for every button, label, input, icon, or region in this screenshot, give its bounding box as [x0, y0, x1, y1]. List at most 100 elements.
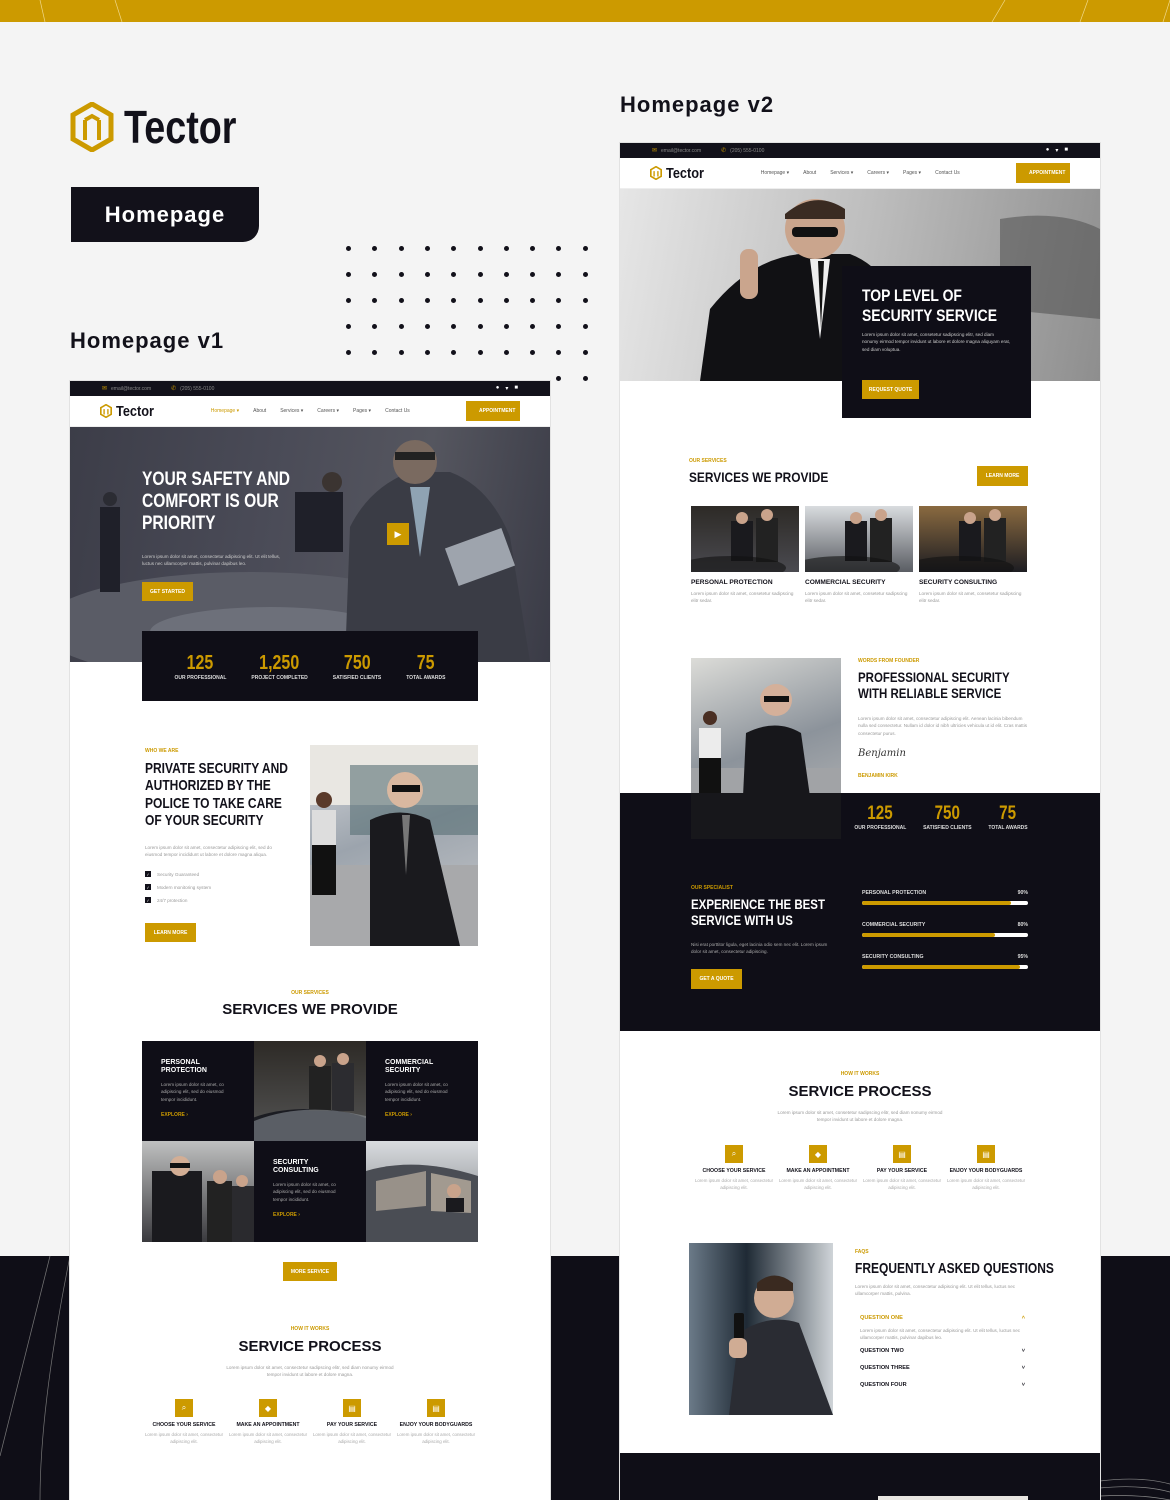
card-icon: ▤: [427, 1399, 445, 1417]
chevron-down-icon[interactable]: ˅: [1022, 1365, 1025, 1371]
stat-item: 75 TOTAL AWARDS: [406, 652, 445, 681]
faq-item[interactable]: QUESTION THREE ˅: [860, 1365, 1025, 1371]
nav-item-pages[interactable]: Pages ▾: [353, 408, 371, 414]
phone-info[interactable]: ✆ (205) 555-0100: [171, 385, 214, 392]
dot: [556, 298, 562, 303]
skill-label: PERSONAL PROTECTION: [862, 890, 927, 896]
faq-question: QUESTION THREE: [860, 1364, 910, 1371]
explore-link[interactable]: EXPLORE ›: [385, 1112, 459, 1118]
service-card-commercial-security[interactable]: COMMERCIAL SECURITY Lorem ipsum dolor si…: [366, 1041, 478, 1141]
learn-more-button[interactable]: LEARN MORE: [977, 466, 1028, 486]
faq-item[interactable]: QUESTION ONE ˄ Lorem ipsum dolor sit amet,…: [860, 1315, 1025, 1342]
nav-item-careers[interactable]: Careers ▾: [317, 408, 339, 414]
nav-item-homepage[interactable]: Homepage ▾: [211, 408, 239, 414]
nav-item-pages[interactable]: Pages ▾: [903, 170, 921, 176]
twitter-icon[interactable]: ▾: [1055, 147, 1058, 154]
nav-item-about[interactable]: About: [253, 408, 266, 414]
footer-section: [620, 1453, 1100, 1500]
get-a-quote-button[interactable]: GET A QUOTE: [691, 969, 742, 989]
get-started-button[interactable]: GET STARTED: [142, 582, 193, 601]
dot: [530, 324, 536, 329]
service-image: [790, 509, 900, 580]
step-text: Lorem ipsum dolor sit amet, consectetur …: [144, 1432, 224, 1445]
service-image: [676, 509, 786, 580]
footer-input[interactable]: [878, 1496, 1028, 1500]
service-card-security-consulting[interactable]: SECURITY CONSULTING Lorem ipsum dolor si…: [254, 1141, 366, 1242]
play-video-button[interactable]: ▶: [387, 523, 409, 545]
process-steps: ⌕ CHOOSE YOUR SERVICE Lorem ipsum dolor si…: [70, 1399, 550, 1445]
main-navigation: Tector Homepage ▾ About Services ▾ Careers …: [70, 396, 550, 427]
chevron-down-icon: ▾: [335, 408, 339, 414]
explore-link[interactable]: EXPLORE ›: [161, 1112, 235, 1118]
service-title: COMMERCIAL SECURITY: [805, 579, 886, 586]
founder-text: Lorem ipsum dolor sit amet, consectetur …: [858, 716, 1028, 736]
nav-item-about[interactable]: About: [803, 170, 816, 176]
stat-item: 750 SATISFIED CLIENTS: [923, 803, 972, 843]
phone-icon: ✆: [721, 148, 727, 154]
chevron-down-icon[interactable]: ˅: [1022, 1348, 1025, 1354]
chevron-up-icon[interactable]: ˄: [1022, 1315, 1025, 1321]
request-quote-button[interactable]: REQUEST QUOTE: [862, 380, 919, 399]
youtube-icon[interactable]: ■: [514, 385, 518, 392]
process-steps: ⌕ CHOOSE YOUR SERVICE Lorem ipsum dolor si…: [620, 1145, 1100, 1191]
step-title: ENJOY YOUR BODYGUARDS: [399, 1422, 473, 1428]
appointment-button[interactable]: APPOINTMENT: [466, 401, 520, 421]
service-card[interactable]: SECURITY CONSULTING Lorem ipsum dolor sit…: [904, 506, 1027, 616]
card-icon: ▤: [343, 1399, 361, 1417]
dot: [451, 324, 457, 329]
about-text: Lorem ipsum dolor sit amet, consectetur …: [145, 845, 272, 858]
nav-item-services[interactable]: Services ▾: [830, 170, 853, 176]
nav-item-homepage[interactable]: Homepage ▾: [761, 170, 789, 176]
skill-progress-fill: [862, 933, 995, 937]
about-kicker: WHO WE ARE: [145, 748, 179, 754]
faq-accordion: QUESTION ONE ˄ Lorem ipsum dolor sit amet,…: [860, 1315, 1025, 1399]
faq-item[interactable]: QUESTION FOUR ˅: [860, 1382, 1025, 1388]
founder-name: BENJAMIN KIRK: [858, 773, 898, 779]
service-photo: [366, 1141, 478, 1242]
email-info[interactable]: ✉ email@tector.com: [652, 147, 701, 154]
dot: [582, 272, 588, 277]
twitter-icon[interactable]: ▾: [505, 385, 508, 392]
skill-progress-bar: [862, 901, 1028, 905]
dot: [398, 298, 404, 303]
phone-info[interactable]: ✆ (205) 555-0100: [721, 147, 764, 154]
specialist-kicker: OUR SPECIALIST: [691, 885, 733, 891]
process-step: ⌕ CHOOSE YOUR SERVICE Lorem ipsum dolor si…: [692, 1145, 776, 1191]
nav-logo[interactable]: Tector: [650, 165, 711, 182]
founder-signature: Benjamin: [858, 748, 906, 759]
service-card-personal-protection[interactable]: PERSONAL PROTECTION Lorem ipsum dolor si…: [142, 1041, 254, 1141]
facebook-icon[interactable]: ●: [1046, 147, 1050, 154]
faq-item[interactable]: QUESTION TWO ˅: [860, 1348, 1025, 1354]
step-title: PAY YOUR SERVICE: [876, 1168, 928, 1174]
dot: [346, 298, 351, 303]
process-kicker: HOW IT WORKS: [840, 1071, 880, 1077]
top-info-bar: ✉ email@tector.com ✆ (205) 555-0100 ● ▾ ■: [620, 143, 1100, 158]
bodyguard-photo: [310, 745, 478, 946]
step-title: CHOOSE YOUR SERVICE: [152, 1422, 216, 1428]
nav-item-careers[interactable]: Careers ▾: [867, 170, 889, 176]
process-step: ◆ MAKE AN APPOINTMENT Lorem ipsum dolor si…: [776, 1145, 860, 1191]
nav-logo[interactable]: Tector: [100, 403, 161, 420]
service-card[interactable]: PERSONAL PROTECTION Lorem ipsum dolor sit…: [676, 506, 799, 616]
handshake-icon: ◆: [809, 1145, 827, 1163]
dot: [582, 376, 588, 381]
dot: [424, 350, 430, 355]
facebook-icon[interactable]: ●: [496, 385, 500, 392]
mail-icon: ✉: [652, 148, 658, 154]
nav-item-contact-us[interactable]: Contact Us: [935, 170, 960, 176]
nav-item-contact-us[interactable]: Contact Us: [385, 408, 410, 414]
stat-value: 125: [187, 651, 214, 674]
more-service-button[interactable]: MORE SERVICE: [283, 1262, 337, 1281]
dot: [346, 272, 351, 277]
service-card[interactable]: COMMERCIAL SECURITY Lorem ipsum dolor sit…: [790, 506, 913, 616]
chevron-down-icon[interactable]: ˅: [1022, 1382, 1025, 1388]
step-title: MAKE AN APPOINTMENT: [786, 1168, 850, 1174]
learn-more-button[interactable]: LEARN MORE: [145, 923, 196, 942]
email-info[interactable]: ✉ email@tector.com: [102, 385, 151, 392]
appointment-button[interactable]: APPOINTMENT: [1016, 163, 1070, 183]
chevron-down-icon: ▾: [785, 170, 790, 176]
youtube-icon[interactable]: ■: [1064, 147, 1068, 154]
founder-title: PROFESSIONAL SECURITY WITH RELIABLE SERV…: [858, 669, 1010, 702]
explore-link[interactable]: EXPLORE ›: [273, 1212, 347, 1218]
nav-item-services[interactable]: Services ▾: [280, 408, 303, 414]
